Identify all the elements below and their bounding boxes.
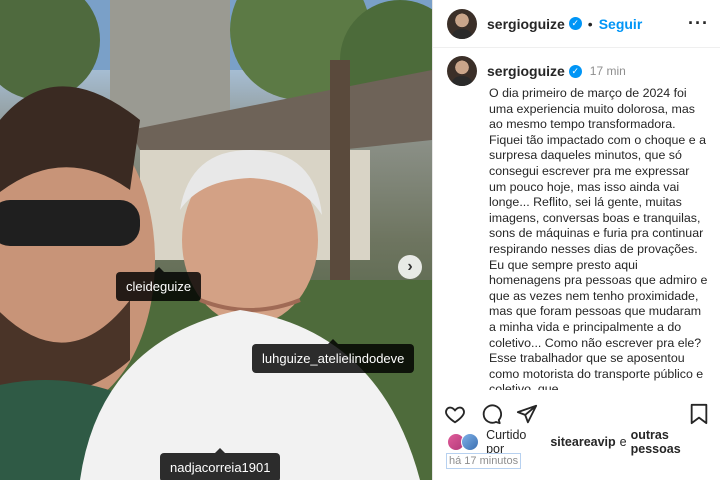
avatar	[461, 433, 479, 451]
post-time[interactable]: 17 min	[590, 64, 626, 78]
follow-button[interactable]: Seguir	[599, 16, 643, 32]
caption-text: O dia primeiro de março de 2024 foi uma …	[489, 86, 708, 390]
caption-username[interactable]: sergioguize	[487, 63, 565, 79]
post-side-panel: sergioguize ✓ • Seguir ··· sergioguize ✓…	[432, 0, 720, 480]
bookmark-icon[interactable]	[687, 402, 711, 426]
comment-icon[interactable]	[479, 402, 503, 426]
verified-badge-icon: ✓	[568, 64, 582, 78]
likes-join: e	[619, 435, 627, 449]
post-header: sergioguize ✓ • Seguir ···	[433, 0, 720, 48]
ellipsis-icon[interactable]: ···	[688, 13, 709, 34]
liker-username[interactable]: siteareavip	[550, 435, 615, 449]
photo-tag[interactable]: luhguize_atelielindodeve	[252, 339, 415, 373]
likes-others-link[interactable]: outras pessoas	[631, 428, 720, 456]
likes-summary[interactable]: Curtido por siteareavip e outras pessoas	[447, 428, 720, 456]
caption-header: sergioguize ✓ 17 min	[447, 56, 709, 86]
avatar[interactable]	[447, 56, 477, 86]
username[interactable]: sergioguize	[487, 16, 565, 32]
photo-tag[interactable]: cleideguize	[116, 267, 202, 301]
instagram-post: cleideguize luhguize_atelielindodeve nad…	[0, 0, 720, 480]
likes-prefix: Curtido por	[486, 428, 527, 456]
chevron-right-icon[interactable]: ›	[398, 255, 422, 279]
action-bar	[433, 400, 720, 428]
share-icon[interactable]	[515, 402, 539, 426]
avatar[interactable]	[447, 8, 477, 39]
photo-scene	[0, 0, 432, 480]
photo-tag[interactable]: nadjacorreia1901	[160, 448, 281, 480]
separator-dot: •	[587, 15, 593, 32]
post-photo[interactable]: cleideguize luhguize_atelielindodeve nad…	[0, 0, 432, 480]
liker-avatars	[447, 433, 482, 451]
heart-icon[interactable]	[443, 402, 467, 426]
caption-area: sergioguize ✓ 17 min O dia primeiro de m…	[433, 56, 720, 390]
verified-badge-icon: ✓	[568, 17, 582, 30]
posted-ago[interactable]: há 17 minutos	[446, 453, 522, 469]
